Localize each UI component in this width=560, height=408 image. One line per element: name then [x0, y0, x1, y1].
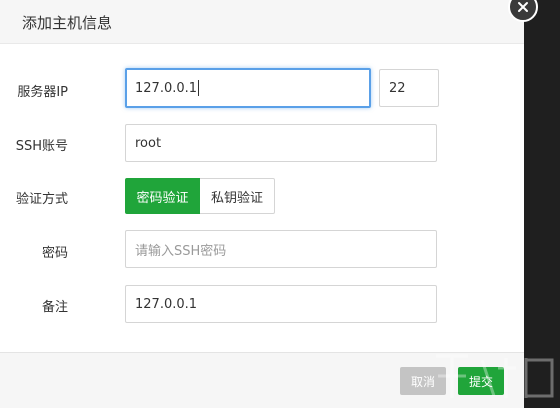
- port-input[interactable]: 22: [379, 69, 439, 107]
- password-placeholder: 请输入SSH密码: [135, 243, 227, 259]
- port-value: 22: [389, 80, 406, 96]
- cancel-button[interactable]: 取消: [400, 367, 446, 395]
- ssh-account-value: root: [135, 135, 162, 151]
- dialog-footer: 取消 提交: [0, 352, 524, 408]
- server-ip-label: 服务器IP: [17, 85, 68, 100]
- ssh-account-input[interactable]: root: [125, 124, 437, 162]
- remark-label: 备注: [41, 300, 68, 315]
- dialog-header: 添加主机信息: [0, 0, 524, 44]
- remark-input[interactable]: 127.0.0.1: [125, 285, 437, 323]
- submit-button[interactable]: 提交: [458, 367, 504, 395]
- auth-method-label: 验证方式: [15, 192, 68, 207]
- dialog-title: 添加主机信息: [22, 14, 113, 32]
- remark-value: 127.0.0.1: [135, 296, 198, 312]
- server-ip-value: 127.0.0.1: [135, 80, 198, 96]
- auth-password-toggle[interactable]: 密码验证: [125, 178, 200, 214]
- add-host-dialog: 添加主机信息 服务器IP 127.0.0.1 22 SSH账号 root 验证方…: [0, 0, 524, 408]
- ssh-account-label: SSH账号: [15, 139, 68, 154]
- text-caret: [198, 80, 200, 96]
- server-ip-input[interactable]: 127.0.0.1: [125, 68, 371, 108]
- auth-private-key-toggle[interactable]: 私钥验证: [200, 178, 275, 214]
- password-input[interactable]: 请输入SSH密码: [125, 230, 437, 268]
- password-label: 密码: [41, 246, 68, 261]
- close-icon: [518, 2, 528, 12]
